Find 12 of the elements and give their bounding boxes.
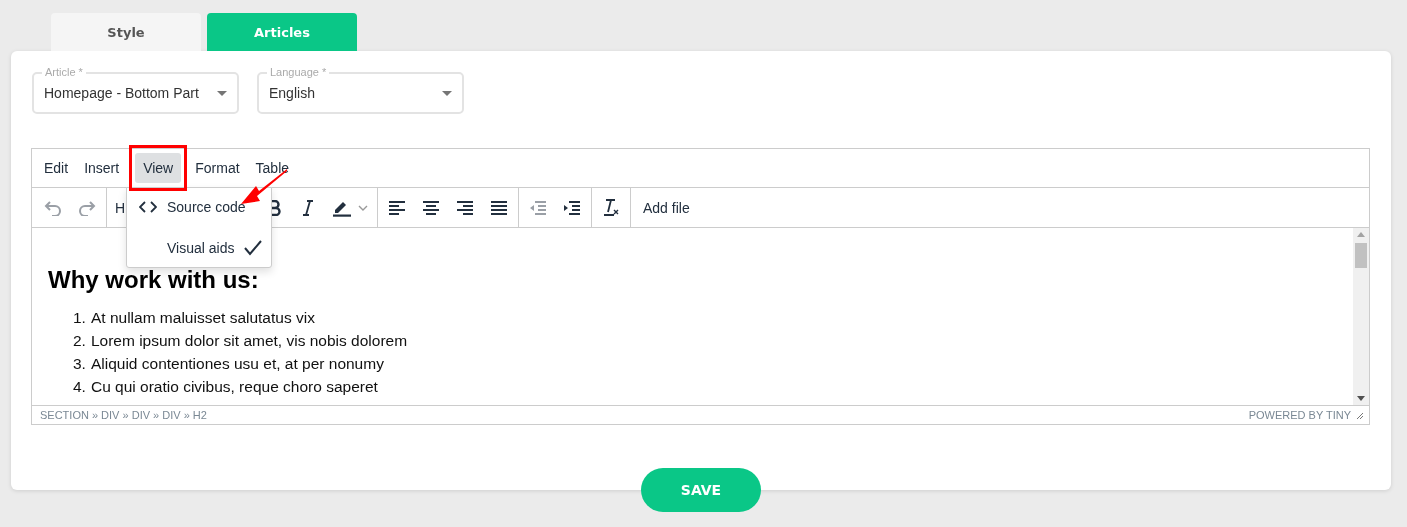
heading-text: Why work with us: [48,266,260,294]
list-item-text: Lorem ipsum dolor sit amet, vis nobis dolorem [90,332,408,349]
list-item-text: Aliquid contentiones usu et, at per nonumy [90,355,384,372]
list-item-text: At nullam maluisset salutatus vix [90,309,315,326]
element-path: SECTION » DIV » DIV » DIV » H2 [40,409,207,421]
list-number: 4. [73,378,86,395]
list-number: 3. [73,355,86,372]
field-label: Language * [267,65,330,79]
list-number: 2. [73,332,86,349]
list-item-text: Cu qui oratio civibus, reque choro saperet [90,378,378,395]
list-number: 1. [73,309,86,326]
field-label: Article * [42,65,86,79]
